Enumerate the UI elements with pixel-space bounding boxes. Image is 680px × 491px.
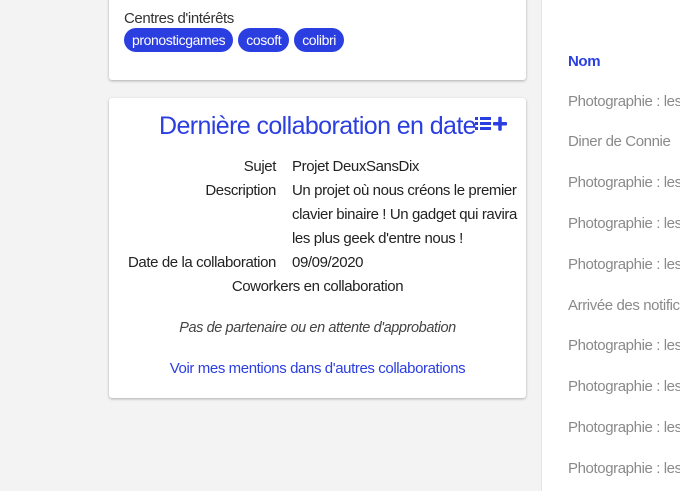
- description-label: Description: [205, 182, 276, 199]
- list-add-button[interactable]: [475, 115, 511, 135]
- interest-tag[interactable]: pronosticgames: [124, 28, 234, 52]
- table-row[interactable]: Photographie : les ba: [568, 174, 680, 191]
- interest-tag[interactable]: colibri: [294, 28, 344, 52]
- coworkers-label: Coworkers en collaboration: [231, 278, 404, 295]
- date-value: 09/09/2020: [292, 254, 364, 271]
- table-row[interactable]: Photographie : les ba: [568, 460, 680, 477]
- interest-tag[interactable]: cosoft: [238, 28, 290, 52]
- interest-tags: pronosticgames cosoft colibri: [124, 28, 344, 52]
- column-header-name[interactable]: Nom: [568, 53, 601, 70]
- table-row[interactable]: Photographie : les ba: [568, 256, 680, 273]
- list-icon: [475, 117, 491, 130]
- table-row[interactable]: Photographie : les ba: [568, 93, 680, 110]
- table-row[interactable]: Photographie : les ba: [568, 215, 680, 232]
- date-label: Date de la collaboration: [127, 254, 276, 271]
- interests-label: Centres d'intérêts: [124, 10, 234, 27]
- interests-card: Centres d'intérêts pronosticgames cosoft…: [109, 0, 526, 80]
- subject-value: Projet DeuxSansDix: [292, 158, 420, 175]
- table-row[interactable]: Photographie : les ba: [568, 378, 680, 395]
- subject-label: Sujet: [243, 158, 277, 175]
- table-row[interactable]: Diner de Connie: [568, 133, 671, 150]
- side-table-panel: Nom Photographie : les ba Diner de Conni…: [541, 0, 680, 491]
- collaboration-title: Dernière collaboration en date: [159, 112, 477, 140]
- no-partner-message: Pas de partenaire ou en attente d'approb…: [179, 320, 456, 336]
- table-row[interactable]: Arrivée des notificati: [568, 297, 680, 314]
- last-collaboration-card: Dernière collaboration en date Sujet Pro…: [109, 98, 526, 398]
- description-value: Un projet où nous créons le premier clav…: [292, 182, 517, 247]
- table-row[interactable]: Photographie : les ba: [568, 419, 680, 436]
- plus-icon: [493, 116, 507, 131]
- table-row[interactable]: Photographie : les ba: [568, 337, 680, 354]
- mentions-link[interactable]: Voir mes mentions dans d'autres collabor…: [109, 360, 526, 377]
